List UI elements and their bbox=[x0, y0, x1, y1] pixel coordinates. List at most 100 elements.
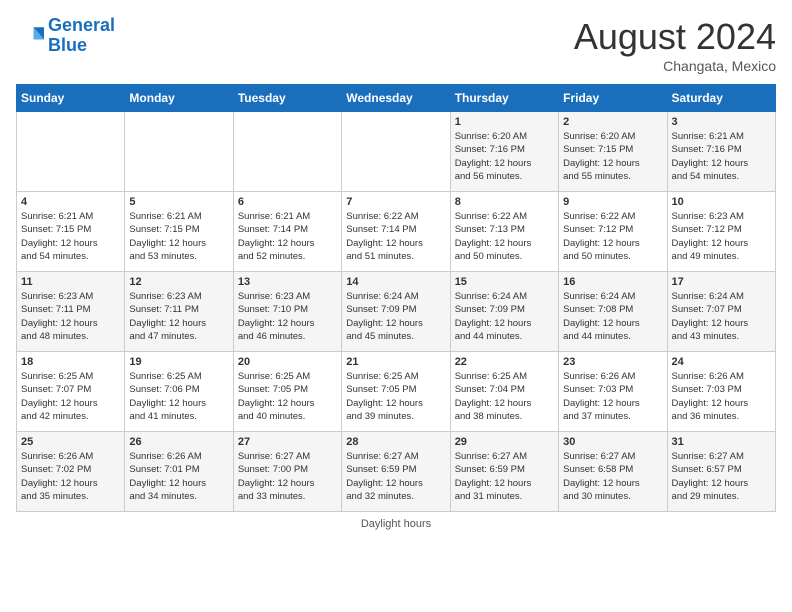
day-info: Sunrise: 6:22 AM Sunset: 7:13 PM Dayligh… bbox=[455, 210, 554, 263]
calendar-cell: 27 Sunrise: 6:27 AM Sunset: 7:00 PM Dayli… bbox=[233, 432, 341, 512]
logo-line1: General bbox=[48, 15, 115, 35]
calendar-cell: 25 Sunrise: 6:26 AM Sunset: 7:02 PM Dayli… bbox=[17, 432, 125, 512]
day-number: 6 bbox=[238, 196, 337, 208]
day-info: Sunrise: 6:27 AM Sunset: 6:58 PM Dayligh… bbox=[563, 450, 662, 503]
calendar-week-row: 11Sunrise: 6:23 AM Sunset: 7:11 PM Dayli… bbox=[17, 272, 776, 352]
calendar-cell: 6 Sunrise: 6:21 AM Sunset: 7:14 PM Daylig… bbox=[233, 192, 341, 272]
day-number: 19 bbox=[129, 356, 228, 368]
calendar-week-row: 18Sunrise: 6:25 AM Sunset: 7:07 PM Dayli… bbox=[17, 352, 776, 432]
calendar-cell: 20 Sunrise: 6:25 AM Sunset: 7:05 PM Dayli… bbox=[233, 352, 341, 432]
day-number: 20 bbox=[238, 356, 337, 368]
calendar-cell bbox=[233, 112, 341, 192]
day-info: Sunrise: 6:25 AM Sunset: 7:05 PM Dayligh… bbox=[238, 370, 337, 423]
calendar-cell: 17 Sunrise: 6:24 AM Sunset: 7:07 PM Dayli… bbox=[667, 272, 775, 352]
day-of-week-header: Friday bbox=[559, 85, 667, 112]
day-number: 30 bbox=[563, 436, 662, 448]
day-info: Sunrise: 6:25 AM Sunset: 7:04 PM Dayligh… bbox=[455, 370, 554, 423]
day-number: 12 bbox=[129, 276, 228, 288]
day-number: 16 bbox=[563, 276, 662, 288]
title-block: August 2024 Changata, Mexico bbox=[574, 16, 776, 74]
logo-icon bbox=[16, 22, 44, 50]
day-info: Sunrise: 6:27 AM Sunset: 6:59 PM Dayligh… bbox=[346, 450, 445, 503]
day-number: 1 bbox=[455, 116, 554, 128]
day-info: Sunrise: 6:24 AM Sunset: 7:09 PM Dayligh… bbox=[346, 290, 445, 343]
day-info: Sunrise: 6:26 AM Sunset: 7:02 PM Dayligh… bbox=[21, 450, 120, 503]
calendar-cell: 11Sunrise: 6:23 AM Sunset: 7:11 PM Dayli… bbox=[17, 272, 125, 352]
day-number: 15 bbox=[455, 276, 554, 288]
day-number: 17 bbox=[672, 276, 771, 288]
day-number: 7 bbox=[346, 196, 445, 208]
day-of-week-header: Tuesday bbox=[233, 85, 341, 112]
calendar-cell: 9 Sunrise: 6:22 AM Sunset: 7:12 PM Daylig… bbox=[559, 192, 667, 272]
calendar-header-row: SundayMondayTuesdayWednesdayThursdayFrid… bbox=[17, 85, 776, 112]
day-info: Sunrise: 6:27 AM Sunset: 7:00 PM Dayligh… bbox=[238, 450, 337, 503]
calendar-cell: 30 Sunrise: 6:27 AM Sunset: 6:58 PM Dayli… bbox=[559, 432, 667, 512]
logo: General Blue bbox=[16, 16, 115, 56]
month-title: August 2024 bbox=[574, 16, 776, 58]
calendar-cell: 16Sunrise: 6:24 AM Sunset: 7:08 PM Dayli… bbox=[559, 272, 667, 352]
calendar-table: SundayMondayTuesdayWednesdayThursdayFrid… bbox=[16, 84, 776, 512]
day-info: Sunrise: 6:25 AM Sunset: 7:05 PM Dayligh… bbox=[346, 370, 445, 423]
calendar-cell: 5 Sunrise: 6:21 AM Sunset: 7:15 PM Daylig… bbox=[125, 192, 233, 272]
day-number: 2 bbox=[563, 116, 662, 128]
day-info: Sunrise: 6:27 AM Sunset: 6:57 PM Dayligh… bbox=[672, 450, 771, 503]
day-info: Sunrise: 6:20 AM Sunset: 7:15 PM Dayligh… bbox=[563, 130, 662, 183]
day-number: 9 bbox=[563, 196, 662, 208]
calendar-cell: 15Sunrise: 6:24 AM Sunset: 7:09 PM Dayli… bbox=[450, 272, 558, 352]
day-info: Sunrise: 6:23 AM Sunset: 7:12 PM Dayligh… bbox=[672, 210, 771, 263]
footer: Daylight hours bbox=[16, 518, 776, 530]
day-number: 8 bbox=[455, 196, 554, 208]
day-info: Sunrise: 6:22 AM Sunset: 7:14 PM Dayligh… bbox=[346, 210, 445, 263]
day-number: 21 bbox=[346, 356, 445, 368]
day-number: 23 bbox=[563, 356, 662, 368]
day-info: Sunrise: 6:21 AM Sunset: 7:15 PM Dayligh… bbox=[129, 210, 228, 263]
calendar-cell: 21 Sunrise: 6:25 AM Sunset: 7:05 PM Dayli… bbox=[342, 352, 450, 432]
calendar-cell: 8 Sunrise: 6:22 AM Sunset: 7:13 PM Daylig… bbox=[450, 192, 558, 272]
calendar-cell: 22 Sunrise: 6:25 AM Sunset: 7:04 PM Dayli… bbox=[450, 352, 558, 432]
day-info: Sunrise: 6:25 AM Sunset: 7:06 PM Dayligh… bbox=[129, 370, 228, 423]
calendar-cell: 29 Sunrise: 6:27 AM Sunset: 6:59 PM Dayli… bbox=[450, 432, 558, 512]
logo-line2: Blue bbox=[48, 35, 87, 55]
day-info: Sunrise: 6:23 AM Sunset: 7:10 PM Dayligh… bbox=[238, 290, 337, 343]
calendar-cell: 13 Sunrise: 6:23 AM Sunset: 7:10 PM Dayli… bbox=[233, 272, 341, 352]
day-number: 4 bbox=[21, 196, 120, 208]
day-of-week-header: Saturday bbox=[667, 85, 775, 112]
day-number: 5 bbox=[129, 196, 228, 208]
day-number: 10 bbox=[672, 196, 771, 208]
day-info: Sunrise: 6:26 AM Sunset: 7:01 PM Dayligh… bbox=[129, 450, 228, 503]
calendar-cell: 24Sunrise: 6:26 AM Sunset: 7:03 PM Dayli… bbox=[667, 352, 775, 432]
day-number: 3 bbox=[672, 116, 771, 128]
day-number: 14 bbox=[346, 276, 445, 288]
calendar-cell: 26Sunrise: 6:26 AM Sunset: 7:01 PM Dayli… bbox=[125, 432, 233, 512]
day-info: Sunrise: 6:27 AM Sunset: 6:59 PM Dayligh… bbox=[455, 450, 554, 503]
day-number: 25 bbox=[21, 436, 120, 448]
day-number: 31 bbox=[672, 436, 771, 448]
calendar-cell bbox=[125, 112, 233, 192]
day-number: 27 bbox=[238, 436, 337, 448]
calendar-cell: 31 Sunrise: 6:27 AM Sunset: 6:57 PM Dayli… bbox=[667, 432, 775, 512]
calendar-cell bbox=[342, 112, 450, 192]
day-number: 29 bbox=[455, 436, 554, 448]
day-of-week-header: Thursday bbox=[450, 85, 558, 112]
day-of-week-header: Sunday bbox=[17, 85, 125, 112]
location-subtitle: Changata, Mexico bbox=[574, 58, 776, 74]
day-info: Sunrise: 6:22 AM Sunset: 7:12 PM Dayligh… bbox=[563, 210, 662, 263]
day-info: Sunrise: 6:24 AM Sunset: 7:07 PM Dayligh… bbox=[672, 290, 771, 343]
calendar-cell: 28Sunrise: 6:27 AM Sunset: 6:59 PM Dayli… bbox=[342, 432, 450, 512]
calendar-week-row: 4 Sunrise: 6:21 AM Sunset: 7:15 PM Daylig… bbox=[17, 192, 776, 272]
calendar-cell: 4Sunrise: 6:21 AM Sunset: 7:15 PM Daylig… bbox=[17, 192, 125, 272]
day-number: 24 bbox=[672, 356, 771, 368]
day-info: Sunrise: 6:21 AM Sunset: 7:16 PM Dayligh… bbox=[672, 130, 771, 183]
calendar-week-row: 25 Sunrise: 6:26 AM Sunset: 7:02 PM Dayli… bbox=[17, 432, 776, 512]
day-number: 13 bbox=[238, 276, 337, 288]
day-of-week-header: Monday bbox=[125, 85, 233, 112]
day-info: Sunrise: 6:26 AM Sunset: 7:03 PM Dayligh… bbox=[563, 370, 662, 423]
calendar-cell: 14 Sunrise: 6:24 AM Sunset: 7:09 PM Dayli… bbox=[342, 272, 450, 352]
day-info: Sunrise: 6:25 AM Sunset: 7:07 PM Dayligh… bbox=[21, 370, 120, 423]
day-info: Sunrise: 6:21 AM Sunset: 7:14 PM Dayligh… bbox=[238, 210, 337, 263]
daylight-label: Daylight hours bbox=[361, 518, 431, 530]
calendar-cell: 23 Sunrise: 6:26 AM Sunset: 7:03 PM Dayli… bbox=[559, 352, 667, 432]
day-number: 22 bbox=[455, 356, 554, 368]
day-info: Sunrise: 6:23 AM Sunset: 7:11 PM Dayligh… bbox=[21, 290, 120, 343]
calendar-cell bbox=[17, 112, 125, 192]
